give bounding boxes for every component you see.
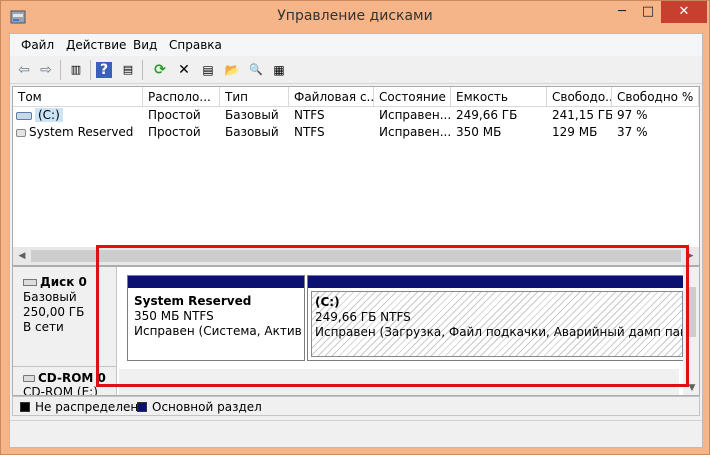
partition-type-bar [128,276,304,288]
cdrom0-drive: CD-ROM (E:) [23,385,98,396]
layout-cell: Простой [148,125,201,139]
toolbar-separator [90,60,91,80]
percent-free-cell: 37 % [617,125,648,139]
open-folder-icon[interactable]: 📂 [222,60,242,80]
vertical-scroll-thumb[interactable] [687,287,696,337]
cdrom0-name-text: CD-ROM 0 [38,371,106,385]
disk0-name-text: Диск 0 [40,275,87,289]
volume-disk-icon [16,111,32,120]
toolbar-separator [142,60,143,80]
show-hide-action-pane-icon[interactable]: ▤ [118,60,138,80]
delete-icon[interactable]: ✕ [174,60,194,80]
partition-body: System Reserved 350 МБ NTFS Исправен (Си… [131,291,301,357]
hard-disk-icon [23,279,37,286]
menu-help[interactable]: Справка [169,38,222,52]
forward-arrow-icon[interactable]: ⇨ [36,60,56,80]
legend-unallocated-label: Не распределена [35,400,146,414]
menu-action[interactable]: Действие [66,38,126,52]
partition-size: 249,66 ГБ NTFS [315,310,411,324]
layout-cell: Простой [148,108,201,122]
column-header-capacity[interactable]: Емкость [451,87,547,107]
status-cell: Исправен... [379,108,451,122]
column-header-filesystem[interactable]: Файловая с... [289,87,374,107]
window-title: Управление дисками [277,8,433,24]
volume-name-c: (C:) [35,108,63,122]
help-icon[interactable]: ? [96,62,112,78]
table-row-system-reserved[interactable]: System Reserved Простой Базовый NTFS Исп… [13,125,699,142]
column-header-type[interactable]: Тип [220,87,289,107]
capacity-cell: 350 МБ [456,125,502,139]
refresh-icon[interactable]: ⟳ [150,60,170,80]
partition-system-reserved[interactable]: System Reserved 350 МБ NTFS Исправен (Си… [127,275,305,361]
disk0-type: Базовый [23,290,77,304]
minimize-button[interactable]: ─ [609,1,635,23]
column-header-layout[interactable]: Располо... [143,87,220,107]
free-space-cell: 241,15 ГБ [552,108,612,122]
show-hide-tree-icon[interactable]: ▥ [66,60,86,80]
menu-view[interactable]: Вид [133,38,157,52]
partition-status: Исправен (Система, Активен, [134,324,301,338]
partition-size: 350 МБ NTFS [134,309,214,323]
horizontal-scroll-thumb[interactable] [31,250,681,262]
column-header-volume[interactable]: Том [13,87,143,107]
status-cell: Исправен... [379,125,451,139]
properties-icon[interactable]: ▤ [198,60,218,80]
title-bar[interactable]: Управление дисками ─ □ ✕ [1,1,709,33]
legend-unallocated-swatch [20,402,30,412]
filesystem-cell: NTFS [294,108,325,122]
filesystem-cell: NTFS [294,125,325,139]
disk0-name: Диск 0 [23,275,116,290]
scroll-right-icon[interactable]: ▶ [681,247,699,265]
partition-body: (C:) 249,66 ГБ NTFS Исправен (Загрузка, … [311,291,683,357]
back-arrow-icon[interactable]: ⇦ [14,60,34,80]
vertical-scrollbar[interactable]: ▼ [683,267,699,395]
legend: Не распределена Основной раздел [12,396,700,416]
volume-name-system-reserved: System Reserved [29,125,134,139]
disk0-size: 250,00 ГБ [23,305,85,319]
horizontal-scrollbar[interactable]: ◀ ▶ [13,247,699,265]
settings-icon[interactable]: ▦ [269,60,289,80]
cdrom0-name: CD-ROM 0 [23,371,116,385]
cdrom0-info[interactable]: CD-ROM 0 CD-ROM (E:) [13,367,117,396]
toolbar: ⇦ ⇨ ▥ ? ▤ ⟳ ✕ ▤ 📂 🔍 ▦ [10,56,702,84]
column-header-percent-free[interactable]: Свободно % [612,87,699,107]
partition-title: (C:) [315,295,340,309]
scroll-down-icon[interactable]: ▼ [683,379,699,395]
type-cell: Базовый [225,125,279,139]
toolbar-separator [60,60,61,80]
cdrom0-partition-area[interactable] [119,369,679,395]
disk-graphical-view: Диск 0 Базовый 250,00 ГБ В сети System R… [12,266,700,396]
percent-free-cell: 97 % [617,108,648,122]
volume-name-cell: System Reserved [13,125,143,141]
search-icon[interactable]: 🔍 [246,60,266,80]
type-cell: Базовый [225,108,279,122]
close-button[interactable]: ✕ [661,1,707,23]
partition-status: Исправен (Загрузка, Файл подкачки, Авари… [315,325,682,339]
cdrom-icon [23,375,35,382]
free-space-cell: 129 МБ [552,125,598,139]
partition-type-bar [308,276,686,288]
column-header-status[interactable]: Состояние [374,87,451,107]
partition-c[interactable]: (C:) 249,66 ГБ NTFS Исправен (Загрузка, … [307,275,687,361]
legend-primary-label: Основной раздел [152,400,262,414]
disk-management-window: Управление дисками ─ □ ✕ Файл Действие В… [0,0,710,455]
menu-file[interactable]: Файл [21,38,54,52]
volume-disk-icon [16,128,26,137]
capacity-cell: 249,66 ГБ [456,108,518,122]
volume-name-cell: (C:) [13,108,143,124]
scroll-left-icon[interactable]: ◀ [13,247,31,265]
partition-title: System Reserved [134,294,252,308]
table-row-c[interactable]: (C:) Простой Базовый NTFS Исправен... 24… [13,108,699,125]
client-area: Файл Действие Вид Справка ⇦ ⇨ ▥ ? ▤ ⟳ ✕ … [9,33,703,448]
status-bar [10,420,702,447]
volume-list: Том Располо... Тип Файловая с... Состоян… [12,86,700,266]
column-header-free-space[interactable]: Свободо... [547,87,612,107]
disk0-info[interactable]: Диск 0 Базовый 250,00 ГБ В сети [13,267,117,367]
legend-primary-swatch [137,402,147,412]
menu-bar: Файл Действие Вид Справка [10,34,702,56]
maximize-button[interactable]: □ [635,1,661,23]
disk0-status: В сети [23,320,64,334]
